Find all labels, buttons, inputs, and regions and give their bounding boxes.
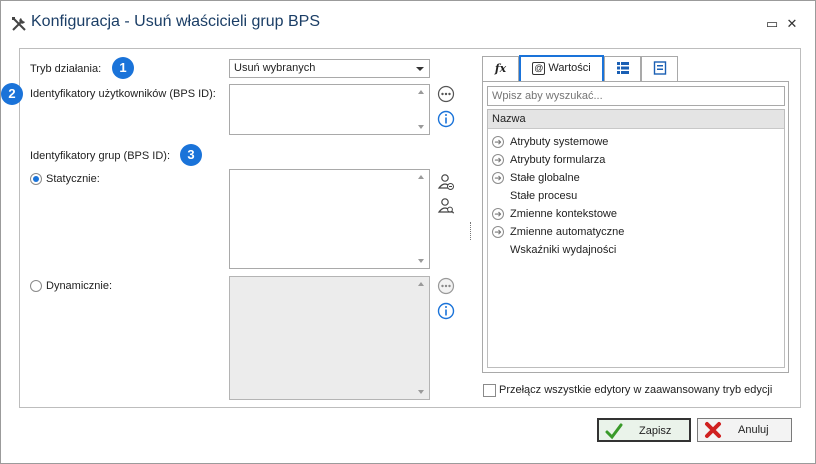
tab-function[interactable]: fx [482,56,519,81]
mode-select-value: Usuń wybranych [234,62,316,74]
step-badge-2: 2 [1,83,23,105]
chevron-down-icon [416,67,424,71]
config-dialog: Konfiguracja - Usuń właścicieli grup BPS… [0,0,816,464]
info-icon[interactable] [437,302,455,320]
advanced-mode-checkbox[interactable] [483,384,496,397]
list-item-label: Atrybuty systemowe [510,136,609,148]
list-item-label: Wskaźniki wydajności [510,244,617,256]
panel-splitter[interactable] [470,222,471,240]
expand-arrow-icon[interactable]: ➜ [492,154,504,166]
group-ids-label: Identyfikatory grup (BPS ID): [30,150,170,162]
form-icon [653,61,666,75]
list-item[interactable]: Stałe procesu [488,187,784,205]
step-badge-3: 3 [180,144,202,166]
expand-arrow-icon[interactable]: ➜ [492,208,504,220]
cancel-button[interactable]: Anuluj [697,418,792,442]
more-options-icon[interactable] [437,85,455,103]
dynamic-label: Dynamicznie: [46,280,113,292]
function-icon: fx [494,62,507,75]
list-item[interactable]: ➜ Zmienne kontekstowe [488,205,784,223]
list-icon [616,62,629,75]
list-item[interactable]: Wskaźniki wydajności [488,241,784,259]
mode-select[interactable]: Usuń wybranych [229,59,430,78]
dynamic-scrollbar[interactable] [414,278,428,398]
title-bar: Konfiguracja - Usuń właścicieli grup BPS… [1,1,815,45]
values-icon: @ [532,61,546,75]
static-radio[interactable] [30,173,42,185]
tab-values-label: Wartości [548,62,591,74]
window-title: Konfiguracja - Usuń właścicieli grup BPS [31,13,321,30]
user-ids-label: Identyfikatory użytkowników (BPS ID): [30,88,216,100]
mode-label: Tryb działania: [30,63,102,75]
list-item-label: Atrybuty formularza [510,154,606,166]
list-item-label: Stałe procesu [510,190,578,202]
values-list: Nazwa ➜ Atrybuty systemowe ➜ Atrybuty fo… [487,109,785,368]
list-item[interactable]: ➜ Atrybuty systemowe [488,133,784,151]
static-textarea[interactable] [229,169,430,269]
list-item-label: Zmienne kontekstowe [510,208,617,220]
search-input[interactable] [487,86,785,106]
expand-arrow-icon[interactable]: ➜ [492,226,504,238]
list-column-header[interactable]: Nazwa [488,110,784,129]
list-item[interactable]: ➜ Zmienne automatyczne [488,223,784,241]
static-label: Statycznie: [46,173,100,185]
save-button[interactable]: Zapisz [597,418,691,442]
tab-list[interactable] [604,56,641,81]
checkmark-icon [605,423,623,440]
step-badge-1: 1 [112,57,134,79]
cancel-label: Anuluj [738,424,769,436]
list-item[interactable]: ➜ Atrybuty formularza [488,151,784,169]
user-select-icon[interactable] [437,173,455,191]
cancel-x-icon [705,422,721,438]
expand-arrow-icon[interactable]: ➜ [492,172,504,184]
user-ids-textarea[interactable] [229,84,430,135]
list-item-label: Stałe globalne [510,172,580,184]
tab-values[interactable]: @ Wartości [519,55,604,81]
list-item[interactable]: ➜ Stałe globalne [488,169,784,187]
dynamic-radio[interactable] [30,280,42,292]
close-button[interactable]: ✕ [785,17,799,31]
static-scrollbar[interactable] [414,171,428,267]
expand-arrow-icon[interactable]: ➜ [492,136,504,148]
values-panel: Nazwa ➜ Atrybuty systemowe ➜ Atrybuty fo… [482,81,789,373]
advanced-mode-label: Przełącz wszystkie edytory w zaawansowan… [499,384,773,396]
tab-form[interactable] [641,56,678,81]
restore-button[interactable]: ▭ [765,17,779,31]
user-ids-scrollbar[interactable] [414,86,428,133]
save-label: Zapisz [639,425,672,437]
info-icon[interactable] [437,110,455,128]
dynamic-textarea[interactable] [229,276,430,400]
user-search-icon[interactable] [437,197,455,215]
tools-icon [12,17,26,31]
list-item-label: Zmienne automatyczne [510,226,625,238]
more-options-icon[interactable] [437,277,455,295]
